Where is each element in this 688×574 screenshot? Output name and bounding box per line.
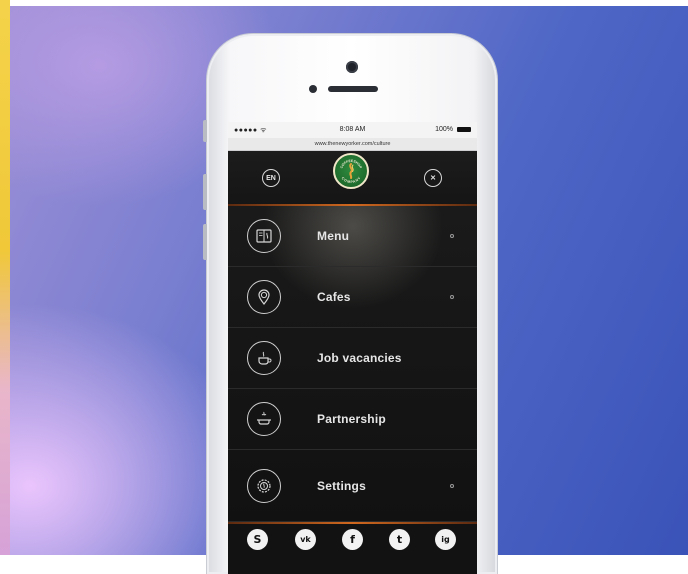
menu-item-label: Job vacancies <box>317 351 402 365</box>
navigation-menu: Menu Cafes Job vacancies Partnership Set… <box>228 206 477 522</box>
language-label: EN <box>266 174 276 182</box>
menu-item-label: Menu <box>317 229 350 243</box>
menu-item-partnership[interactable]: Partnership <box>228 389 477 450</box>
indicator-dot <box>450 234 454 238</box>
phone-screen: ●●●●● ᯤ 8:08 AM 100% www.thenewyorker.co… <box>228 122 477 574</box>
handshake-cup-icon <box>247 402 281 436</box>
indicator-dot <box>450 483 454 488</box>
twitter-icon[interactable]: t <box>389 529 410 550</box>
mute-switch <box>203 120 207 142</box>
menu-item-label: Settings <box>317 478 366 493</box>
instagram-icon[interactable]: ig <box>435 529 456 550</box>
vk-icon[interactable]: vk <box>295 529 316 550</box>
skype-label: S <box>253 533 262 546</box>
location-pin-icon <box>247 280 281 314</box>
menu-item-label: Partnership <box>317 412 386 426</box>
cup-icon <box>247 341 281 375</box>
menu-item-cafes[interactable]: Cafes <box>228 267 477 328</box>
phone-frame: ●●●●● ᯤ 8:08 AM 100% www.thenewyorker.co… <box>203 34 497 574</box>
instagram-label: ig <box>441 535 450 544</box>
menu-item-job-vacancies[interactable]: Job vacancies <box>228 328 477 389</box>
close-icon: ✕ <box>430 175 436 182</box>
language-button[interactable]: EN <box>262 169 280 187</box>
proximity-sensor <box>309 85 317 93</box>
status-bar: ●●●●● ᯤ 8:08 AM 100% <box>228 122 477 138</box>
battery-percent: 100% <box>435 126 453 133</box>
volume-up-button <box>203 174 207 210</box>
close-button[interactable]: ✕ <box>424 169 442 187</box>
address-bar[interactable]: www.thenewyorker.com/culture <box>228 138 477 151</box>
menu-item-menu[interactable]: Menu <box>228 206 477 267</box>
skype-icon[interactable]: S <box>247 529 268 550</box>
background-left-strip <box>0 0 10 555</box>
social-bar: S vk f t ig <box>228 524 477 574</box>
menu-book-icon <box>247 219 281 253</box>
battery-icon <box>457 127 471 132</box>
volume-down-button <box>203 224 207 260</box>
earpiece-speaker <box>328 86 378 92</box>
menu-item-settings[interactable]: Settings <box>228 450 477 522</box>
gear-icon <box>247 468 281 503</box>
app-header: EN COFFEESHOP COMPANY ✕ <box>228 151 477 206</box>
menu-item-label: Cafes <box>317 290 351 304</box>
facebook-label: f <box>350 533 355 546</box>
coffeeshop-logo[interactable]: COFFEESHOP COMPANY <box>333 153 369 189</box>
vk-label: vk <box>300 535 311 544</box>
facebook-icon[interactable]: f <box>342 529 363 550</box>
front-camera <box>346 61 358 73</box>
indicator-dot <box>450 295 454 299</box>
logo-mark-icon: COFFEESHOP COMPANY <box>339 159 362 184</box>
twitter-label: t <box>396 533 403 546</box>
